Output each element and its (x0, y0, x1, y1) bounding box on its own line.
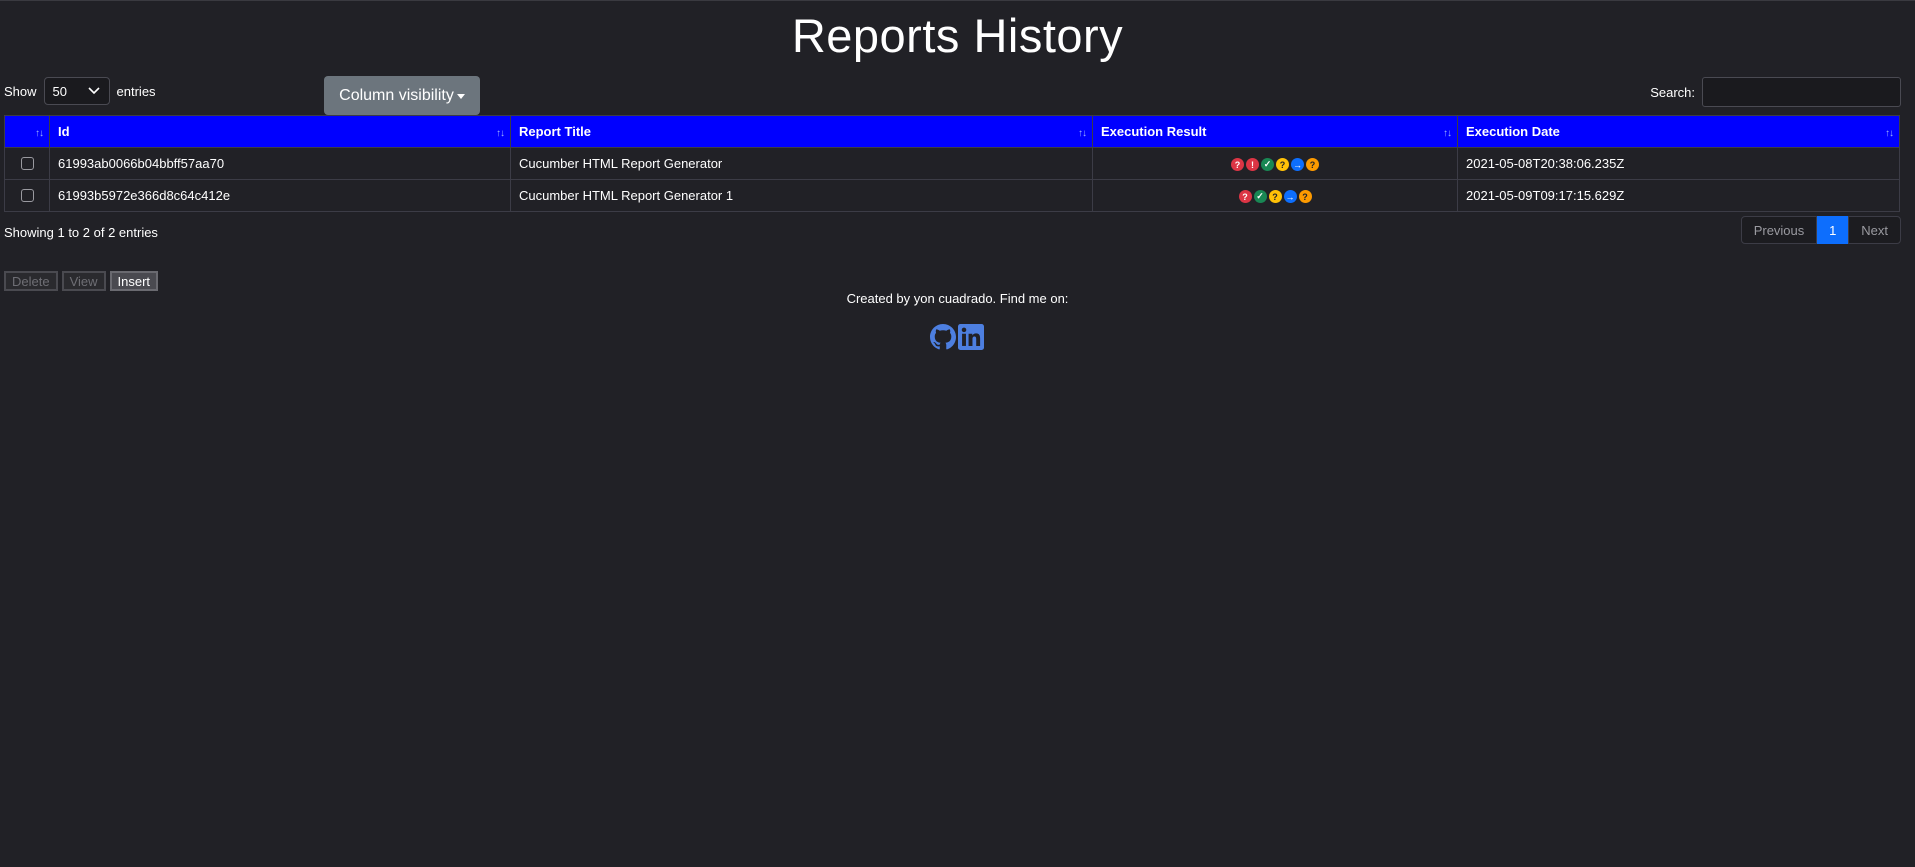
result-icons: ? ✓? →? (1238, 190, 1312, 204)
id-cell: 61993ab0066b04bbff57aa70 (49, 147, 511, 180)
column-visibility-label: Column visibility (339, 86, 454, 104)
date-cell: 2021-05-08T20:38:06.235Z (1457, 147, 1900, 180)
column-visibility-button[interactable]: Column visibility (324, 76, 480, 115)
sort-icon: ↑↓ (1885, 128, 1894, 139)
table-row[interactable]: 61993ab0066b04bbff57aa70 Cucumber HTML R… (4, 147, 1900, 180)
title-cell: Cucumber HTML Report Generator 1 (510, 179, 1093, 212)
sort-icon: ↑↓ (1443, 128, 1452, 139)
date-cell: 2021-05-09T09:17:15.629Z (1457, 179, 1900, 212)
question-icon: ? (1238, 190, 1252, 204)
arrow-right-icon: → (1283, 190, 1297, 204)
column-header-id[interactable]: Id ↑↓ (49, 115, 511, 148)
view-button[interactable]: View (61, 271, 106, 291)
entries-length-control: Show 50 entries (4, 77, 156, 105)
exclamation-icon: ! (1246, 158, 1259, 172)
reports-table: ↑↓ Id ↑↓ Report Title ↑↓ Execution Result ↑… (4, 115, 1900, 212)
github-icon[interactable] (930, 324, 956, 350)
show-label: Show (4, 83, 37, 99)
column-header-report-title[interactable]: Report Title ↑↓ (510, 115, 1093, 148)
table-header-row: ↑↓ Id ↑↓ Report Title ↑↓ Execution Result ↑… (4, 115, 1900, 148)
check-icon: ✓ (1261, 158, 1274, 172)
result-cell: ? ✓? →? (1092, 179, 1458, 212)
social-links (930, 324, 984, 350)
result-icons: ?! ✓? →? (1231, 158, 1319, 172)
sort-icon: ↑↓ (496, 128, 505, 139)
question-icon: ? (1231, 158, 1244, 172)
previous-page-button[interactable]: Previous (1740, 216, 1818, 244)
table-row[interactable]: 61993b5972e366d8c64c412e Cucumber HTML R… (4, 179, 1900, 212)
page-1-button[interactable]: 1 (1817, 216, 1849, 244)
entries-select-value: 50 (52, 83, 67, 99)
delete-button[interactable]: Delete (4, 271, 58, 291)
footer-text: Created by yon cuadrado. Find me on: (846, 291, 1069, 306)
sort-icon: ↑↓ (35, 128, 44, 139)
table-controls: Show 50 entries Column visibility Search… (0, 68, 1915, 115)
result-cell: ?! ✓? →? (1092, 147, 1458, 180)
column-header-execution-date[interactable]: Execution Date ↑↓ (1457, 115, 1900, 148)
insert-button[interactable]: Insert (109, 271, 159, 291)
row-checkbox[interactable] (20, 157, 34, 170)
question-icon: ? (1268, 190, 1282, 204)
sort-icon: ↑↓ (1078, 128, 1087, 139)
next-page-button[interactable]: Next (1848, 216, 1901, 244)
caret-down-icon (456, 94, 465, 99)
question-icon: ? (1306, 158, 1319, 172)
column-header-execution-result[interactable]: Execution Result ↑↓ (1092, 115, 1458, 148)
table-info: Showing 1 to 2 of 2 entries (4, 225, 158, 240)
question-icon: ? (1276, 158, 1289, 172)
pagination: Previous 1 Next (1740, 216, 1901, 244)
select-column-header[interactable]: ↑↓ (4, 115, 50, 148)
entries-select[interactable]: 50 (43, 77, 110, 105)
entries-label: entries (116, 83, 156, 99)
chevron-down-icon (87, 87, 100, 95)
arrow-right-icon: → (1291, 158, 1304, 172)
row-checkbox[interactable] (20, 189, 34, 202)
row-select-cell[interactable] (4, 147, 50, 180)
search-control: Search: (1650, 77, 1901, 107)
question-icon: ? (1298, 190, 1312, 204)
id-cell: 61993b5972e366d8c64c412e (49, 179, 511, 212)
action-buttons: Delete View Insert (4, 271, 159, 291)
search-input[interactable] (1702, 77, 1901, 107)
linkedin-icon[interactable] (958, 324, 984, 350)
page-title: Reports History (791, 9, 1124, 62)
row-select-cell[interactable] (4, 179, 50, 212)
check-icon: ✓ (1253, 190, 1267, 204)
title-cell: Cucumber HTML Report Generator (510, 147, 1093, 180)
search-label: Search: (1650, 84, 1695, 100)
